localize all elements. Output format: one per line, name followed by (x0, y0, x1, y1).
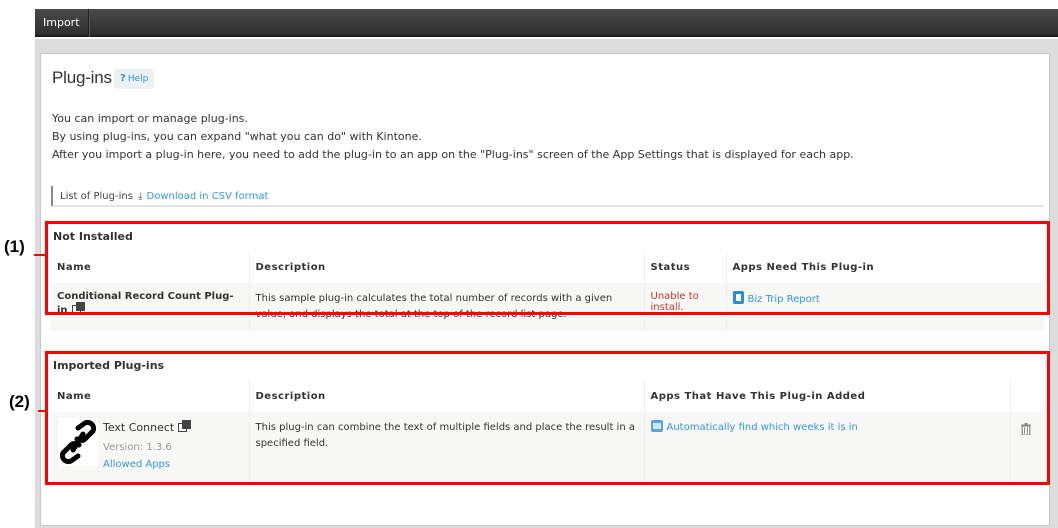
annotation-connector-1 (34, 254, 46, 256)
annotation-box-1 (45, 221, 1050, 315)
import-tab[interactable]: Import (35, 9, 89, 37)
intro-line: After you import a plug-in here, you nee… (52, 148, 854, 161)
annotation-connector-2 (38, 410, 46, 412)
question-icon: ? (120, 73, 126, 84)
intro-line: You can import or manage plug-ins. (52, 112, 248, 125)
intro-line: By using plug-ins, you can expand "what … (52, 130, 422, 143)
list-label: List of Plug-ins (60, 191, 133, 202)
annotation-label-1: (1) (4, 237, 25, 256)
help-button[interactable]: ? Help (114, 69, 155, 89)
download-csv-link[interactable]: Download in CSV format (147, 191, 269, 202)
download-icon: ⤓ (138, 191, 143, 202)
intro-text: You can import or manage plug-ins. By us… (52, 110, 854, 164)
help-label: Help (127, 74, 149, 84)
annotation-label-2: (2) (9, 392, 30, 411)
page-title: Plug-ins (52, 68, 112, 87)
plugin-list-header: List of Plug-ins ⤓ Download in CSV format (51, 186, 1044, 207)
annotation-box-2 (45, 351, 1050, 485)
top-toolbar: Import (35, 9, 1058, 37)
